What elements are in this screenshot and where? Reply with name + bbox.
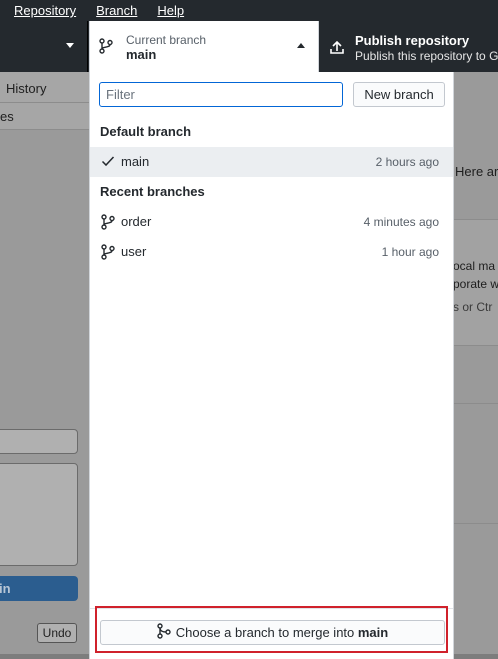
commit-description-input[interactable] (0, 463, 78, 566)
merge-button-label: Choose a branch to merge into main (175, 625, 389, 640)
recent-branches-heading: Recent branches (100, 184, 205, 199)
branch-item-order[interactable]: order 4 minutes ago (90, 207, 453, 237)
toolbar: Current branch main Publish repository P… (0, 21, 498, 72)
branch-item-main[interactable]: main 2 hours ago (90, 147, 453, 177)
new-branch-button[interactable]: New branch (353, 82, 445, 107)
branch-time: 2 hours ago (375, 155, 439, 169)
current-repository-button[interactable] (0, 21, 88, 72)
commit-button-label: in (0, 581, 11, 596)
current-branch-label: Current branch (126, 33, 207, 47)
tab-history[interactable]: History (0, 72, 89, 103)
current-branch-value: main (126, 47, 157, 62)
left-pane-overlay (0, 72, 89, 659)
publish-subtitle: Publish this repository to G (355, 49, 498, 63)
branch-item-user[interactable]: user 1 hour ago (90, 237, 453, 267)
caret-down-icon (66, 43, 74, 48)
branch-time: 4 minutes ago (363, 215, 439, 229)
filter-input[interactable] (99, 82, 343, 107)
branch-dropdown: New branch Default branch main 2 hours a… (89, 72, 454, 659)
card-shortcut-text: s or Ctr (453, 300, 493, 314)
current-branch-button[interactable]: Current branch main (89, 21, 319, 72)
publish-repository-button[interactable]: Publish repository Publish this reposito… (319, 21, 498, 72)
right-pane-overlay (454, 72, 498, 659)
merge-into-branch-button[interactable]: Choose a branch to merge into main (100, 620, 445, 645)
default-branch-heading: Default branch (100, 124, 192, 139)
menu-branch[interactable]: Branch (86, 0, 147, 21)
check-icon (101, 154, 115, 171)
branch-name: order (121, 214, 152, 229)
changes-row-label: es (0, 109, 14, 124)
divider (454, 403, 498, 404)
git-merge-icon (157, 623, 171, 642)
tab-history-label: History (6, 81, 47, 96)
merge-target-branch: main (357, 625, 389, 640)
undo-button[interactable]: Undo (37, 623, 77, 643)
menu-repository[interactable]: Repository (0, 0, 86, 21)
branch-name: main (121, 154, 150, 169)
menu-bar: Repository Branch Help (0, 0, 498, 21)
caret-up-icon (297, 43, 305, 48)
git-branch-icon (101, 214, 115, 233)
divider (454, 523, 498, 524)
welcome-text: Here are (455, 164, 498, 179)
branch-time: 1 hour ago (381, 245, 439, 259)
branch-name: user (121, 244, 147, 259)
commit-summary-input[interactable] (0, 429, 78, 454)
upload-icon (329, 39, 345, 58)
git-branch-icon (101, 244, 115, 263)
commit-button[interactable]: in (0, 576, 78, 601)
changes-row[interactable]: es (0, 103, 89, 130)
publish-title: Publish repository (355, 33, 470, 48)
menu-help[interactable]: Help (147, 0, 194, 21)
git-branch-icon (99, 38, 113, 57)
card-text-line2: porate w (453, 277, 498, 291)
card-text-line1: ocal ma (453, 259, 496, 273)
